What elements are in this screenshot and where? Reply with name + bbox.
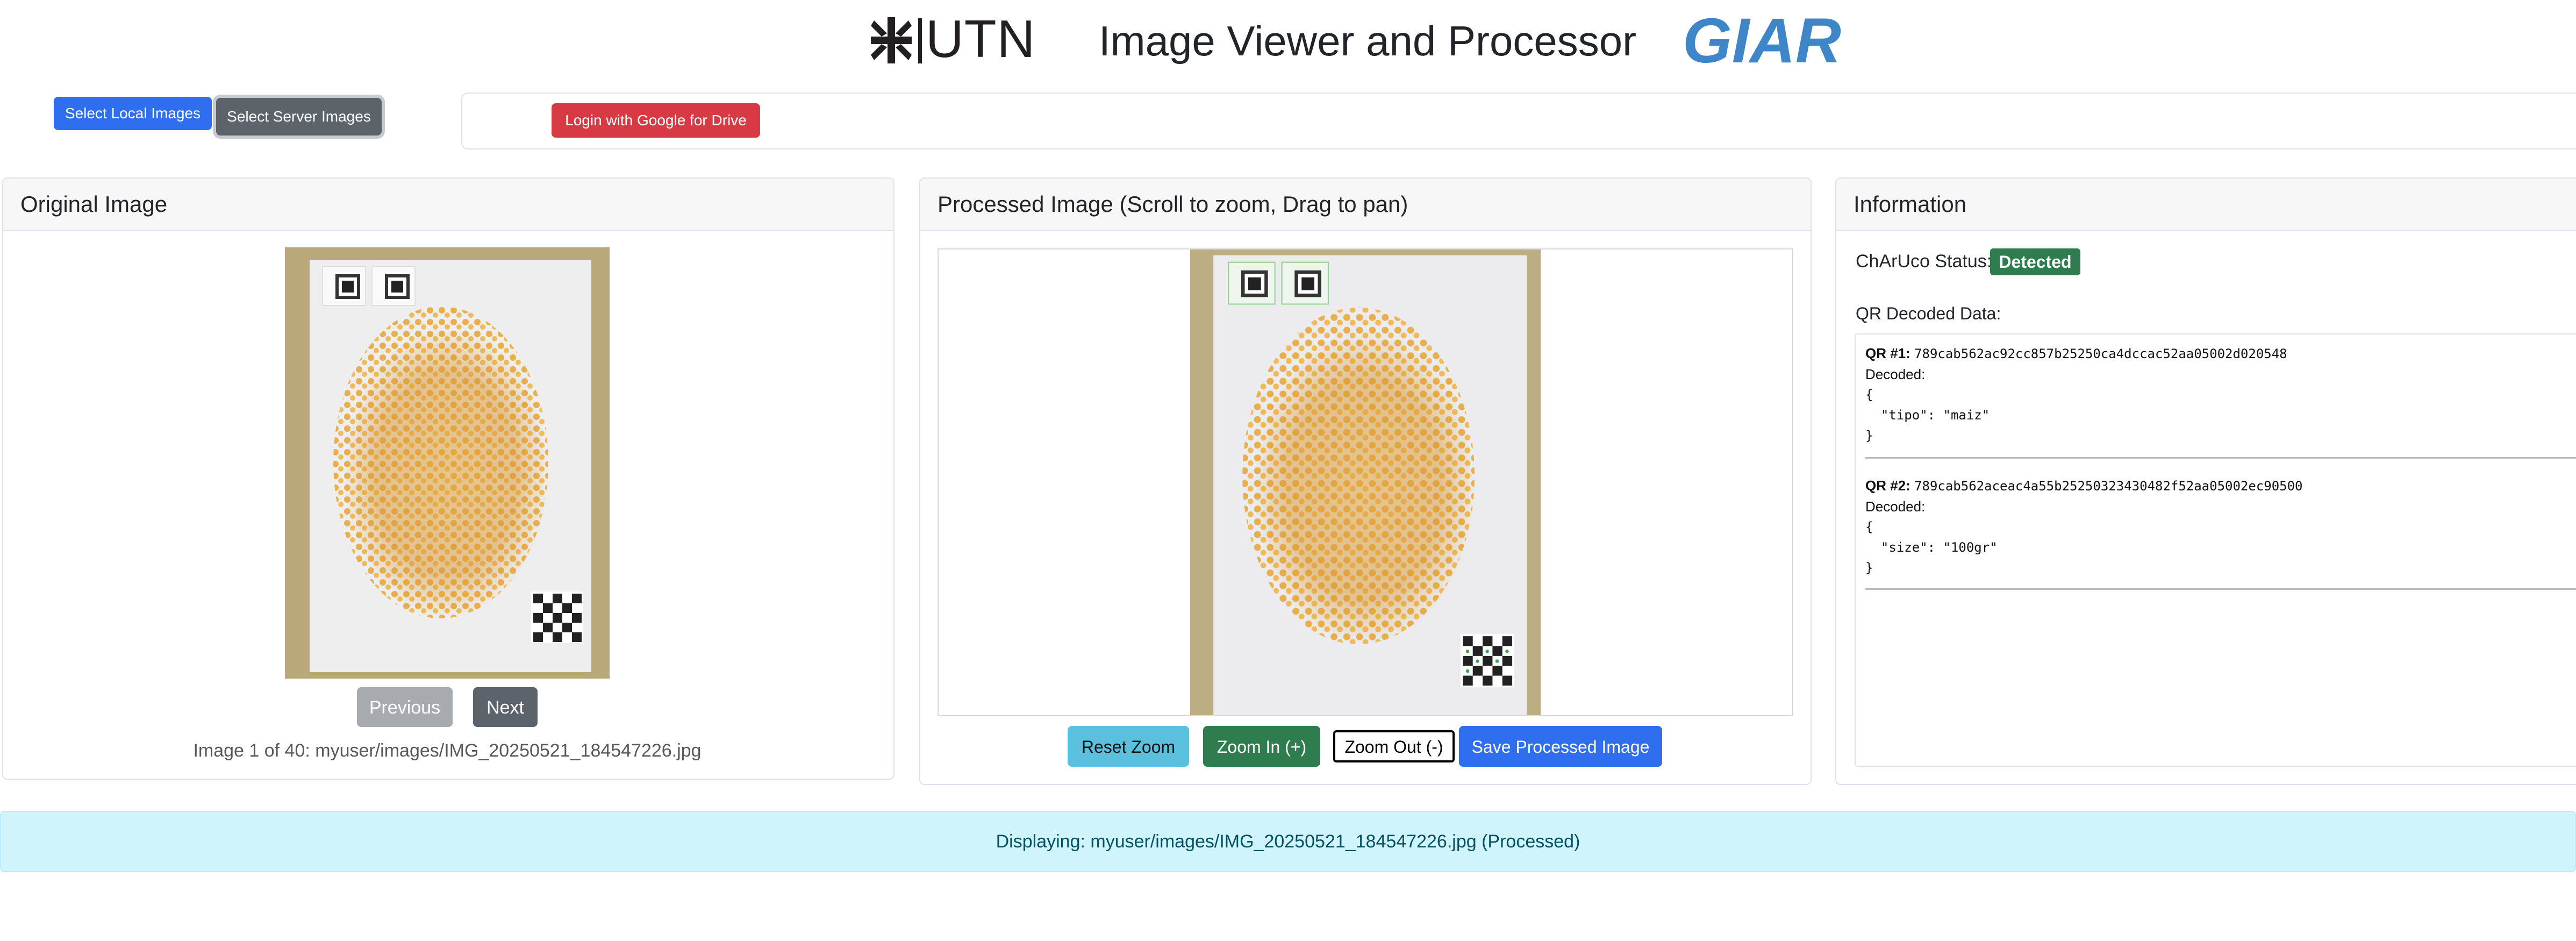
- qr-json-line: {: [1865, 387, 1873, 402]
- qr-entry-hash: 789cab562aceac4a55b25250323430482f52aa05…: [1914, 479, 2303, 494]
- zoom-in-button[interactable]: Zoom In (+): [1203, 726, 1320, 767]
- processed-image[interactable]: [1190, 249, 1541, 715]
- qr-entry-decoded-label: Decoded:: [1865, 498, 1926, 515]
- original-image-title: Original Image: [3, 179, 893, 231]
- select-local-images-button[interactable]: Select Local Images: [54, 97, 212, 130]
- save-processed-image-button[interactable]: Save Processed Image: [1459, 726, 1662, 767]
- google-drive-login-button[interactable]: Login with Google for Drive: [552, 103, 760, 138]
- utn-logo-text: UTN: [926, 9, 1036, 68]
- qr-decoded-list[interactable]: QR #1: 789cab562ac92cc857b25250ca4dccac5…: [1855, 333, 2576, 767]
- utn-emblem-icon: [871, 17, 912, 63]
- original-image: [285, 247, 610, 679]
- qr-json-line: "size": "100gr": [1865, 540, 1998, 555]
- drive-panel: [461, 92, 2576, 149]
- qr-decoded-label: QR Decoded Data:: [1856, 304, 2001, 323]
- qr-entry-label: QR #1:: [1865, 345, 1910, 361]
- next-button[interactable]: Next: [473, 687, 538, 727]
- reset-zoom-button[interactable]: Reset Zoom: [1068, 726, 1189, 767]
- select-server-images-button[interactable]: Select Server Images: [216, 98, 382, 136]
- zoom-out-button[interactable]: Zoom Out (-): [1333, 730, 1455, 762]
- qr-separator: [1865, 588, 2576, 590]
- qr-entry-decoded-label: Decoded:: [1865, 366, 1926, 382]
- status-alert: Displaying: myuser/images/IMG_20250521_1…: [0, 811, 2576, 872]
- qr-json-line: }: [1865, 428, 1873, 443]
- qr-json-line: }: [1865, 560, 1873, 575]
- qr-json-line: {: [1865, 519, 1873, 534]
- qr-entry: QR #2: 789cab562aceac4a55b25250323430482…: [1865, 475, 2576, 578]
- charuco-status-badge: Detected: [1990, 248, 2080, 275]
- qr-separator: [1865, 457, 2576, 459]
- utn-logo: UTN: [871, 9, 1041, 68]
- charuco-status-label: ChArUco Status:: [1856, 251, 1992, 272]
- giar-logo: GIAR: [1683, 5, 1865, 76]
- qr-json-line: "tipo": "maiz": [1865, 408, 1990, 423]
- processed-image-title: Processed Image (Scroll to zoom, Drag to…: [920, 179, 1811, 231]
- image-counter: Image 1 of 40: myuser/images/IMG_2025052…: [193, 740, 702, 761]
- qr-entry: QR #1: 789cab562ac92cc857b25250ca4dccac5…: [1865, 343, 2576, 446]
- giar-logo-text: GIAR: [1683, 11, 1841, 69]
- previous-button[interactable]: Previous: [357, 687, 453, 727]
- qr-entry-hash: 789cab562ac92cc857b25250ca4dccac52aa0500…: [1914, 346, 2287, 361]
- page-title: Image Viewer and Processor: [1099, 17, 1637, 65]
- qr-entry-label: QR #2:: [1865, 477, 1910, 494]
- information-title: Information: [1836, 179, 2576, 231]
